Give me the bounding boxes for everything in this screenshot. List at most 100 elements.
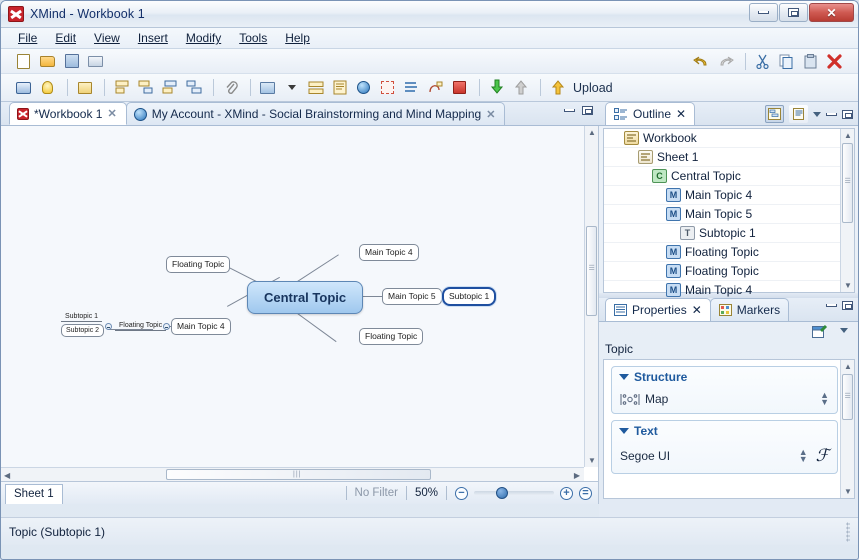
- maximize-button[interactable]: [779, 3, 808, 22]
- mindmap-node-subtopic-1-left[interactable]: Subtopic 1: [61, 311, 103, 322]
- insert-topic-button[interactable]: [111, 78, 132, 98]
- tab-my-account[interactable]: My Account - XMind - Social Brainstormin…: [125, 102, 506, 125]
- outline-row[interactable]: Sheet 1: [604, 148, 854, 167]
- properties-minimize-icon[interactable]: [826, 304, 837, 307]
- pin-properties-button[interactable]: [812, 324, 828, 342]
- text-font-row[interactable]: Segoe UI ▲ ▼ ℱ: [612, 441, 837, 473]
- outline-tree[interactable]: Workbook Sheet 1 C Central Topic M Main Topic…: [603, 128, 855, 300]
- marker-button[interactable]: [449, 78, 470, 98]
- structure-value-row[interactable]: Map ▲ ▼: [612, 387, 837, 413]
- properties-vertical-scrollbar[interactable]: ▲ ☰ ▼: [840, 360, 854, 498]
- scroll-up-icon[interactable]: ▲: [844, 362, 852, 371]
- insert-floating-topic-button[interactable]: [183, 78, 204, 98]
- scroll-up-icon[interactable]: ▲: [844, 131, 852, 140]
- outline-row[interactable]: M Floating Topic: [604, 243, 854, 262]
- outline-row[interactable]: M Main Topic 5: [604, 205, 854, 224]
- insert-subtopic-button[interactable]: [135, 78, 156, 98]
- editor-minimize-icon[interactable]: [564, 109, 575, 112]
- scroll-left-icon[interactable]: ◀: [4, 471, 10, 480]
- scroll-right-icon[interactable]: ▶: [574, 471, 580, 480]
- tab-my-account-close-icon[interactable]: ✕: [486, 108, 495, 121]
- mindmap-node-subtopic-1-selected[interactable]: Subtopic 1: [442, 287, 497, 306]
- properties-menu-caret-icon[interactable]: [840, 328, 848, 333]
- image-dropdown-button[interactable]: [281, 78, 302, 98]
- tab-workbook-1[interactable]: *Workbook 1 ✕: [9, 102, 127, 125]
- scroll-up-icon[interactable]: ▲: [588, 128, 596, 137]
- mindmap-node-floating-topic-left[interactable]: Floating Topic: [115, 320, 167, 331]
- outline-vertical-scrollbar[interactable]: ▲ ☰ ▼: [840, 129, 854, 292]
- view-menu-caret-icon[interactable]: [813, 111, 821, 117]
- tab-markers[interactable]: Markers: [709, 298, 790, 321]
- mindmap-node-subtopic-2-left[interactable]: Subtopic 2: [61, 324, 105, 337]
- filter-status[interactable]: No Filter: [355, 487, 398, 499]
- zoom-slider[interactable]: [474, 487, 554, 499]
- outline-row[interactable]: C Central Topic: [604, 167, 854, 186]
- copy-button[interactable]: [776, 51, 797, 71]
- boundary-button[interactable]: [305, 78, 326, 98]
- text-group-header[interactable]: Text: [612, 421, 837, 441]
- outline-row[interactable]: M Floating Topic: [604, 262, 854, 281]
- new-button[interactable]: [13, 51, 34, 71]
- delete-button[interactable]: [824, 51, 845, 71]
- resize-grip-icon[interactable]: [846, 522, 850, 542]
- tab-properties[interactable]: Properties ✕: [605, 298, 711, 321]
- structure-spinner-icon[interactable]: ▲ ▼: [820, 391, 829, 407]
- brainstorm-button[interactable]: [37, 78, 58, 98]
- canvas-vertical-scrollbar[interactable]: ▲ ☰ ▼: [584, 126, 598, 467]
- scroll-down-icon[interactable]: ▼: [844, 487, 852, 496]
- undo-button[interactable]: [691, 51, 712, 71]
- tab-outline[interactable]: Outline ✕: [605, 102, 696, 125]
- menu-insert[interactable]: Insert: [129, 29, 177, 47]
- tab-workbook-1-close-icon[interactable]: ✕: [107, 107, 116, 120]
- tab-properties-close-icon[interactable]: ✕: [692, 303, 702, 317]
- presentation-button[interactable]: [13, 78, 34, 98]
- outline-row[interactable]: Workbook: [604, 129, 854, 148]
- insert-image-button[interactable]: [257, 78, 278, 98]
- mindmap-node-main-topic-4-left[interactable]: Main Topic 4: [171, 318, 231, 335]
- mindmap-node-floating-topic-bottom[interactable]: Floating Topic: [359, 328, 424, 345]
- mindmap-node-main-topic-4-top[interactable]: Main Topic 4: [359, 244, 419, 261]
- outline-row[interactable]: T Subtopic 1: [604, 224, 854, 243]
- cut-button[interactable]: [752, 51, 773, 71]
- summary-button[interactable]: [377, 78, 398, 98]
- outline-minimize-icon[interactable]: [826, 112, 837, 116]
- outline-view-button[interactable]: [765, 105, 784, 123]
- label-button[interactable]: [401, 78, 422, 98]
- new-map-button[interactable]: [74, 78, 95, 98]
- outline-row[interactable]: M Main Topic 4: [604, 186, 854, 205]
- font-icon[interactable]: ℱ: [816, 446, 829, 466]
- outline-maximize-icon[interactable]: [842, 109, 853, 119]
- mindmap-canvas[interactable]: Central Topic Floating Topic Main Topic …: [1, 126, 584, 467]
- menu-view[interactable]: View: [85, 29, 129, 47]
- structure-group-header[interactable]: Structure: [612, 367, 837, 387]
- insert-parent-topic-button[interactable]: [159, 78, 180, 98]
- sheet-view-button[interactable]: [789, 105, 808, 123]
- minimize-button[interactable]: [749, 3, 778, 22]
- mindmap-node-central-topic[interactable]: Central Topic: [247, 281, 364, 314]
- scroll-down-icon[interactable]: ▼: [588, 456, 596, 465]
- scroll-down-icon[interactable]: ▼: [844, 281, 852, 290]
- tab-outline-close-icon[interactable]: ✕: [676, 107, 686, 121]
- zoom-in-button[interactable]: +: [560, 486, 573, 500]
- relationship-button[interactable]: [425, 78, 446, 98]
- hyperlink-button[interactable]: [353, 78, 374, 98]
- save-button[interactable]: [61, 51, 82, 71]
- notes-button[interactable]: [329, 78, 350, 98]
- download-button[interactable]: [486, 78, 507, 98]
- mindmap-node-floating-topic-top-left[interactable]: Floating Topic: [166, 256, 231, 273]
- collapse-toggle-icon[interactable]: [105, 323, 112, 330]
- zoom-level-label[interactable]: 50%: [415, 487, 438, 499]
- menu-help[interactable]: Help: [276, 29, 319, 47]
- font-spinner-icon[interactable]: ▲ ▼: [799, 448, 808, 464]
- open-button[interactable]: [37, 51, 58, 71]
- attachment-button[interactable]: [220, 78, 241, 98]
- menu-modify[interactable]: Modify: [177, 29, 230, 47]
- zoom-fit-button[interactable]: =: [579, 486, 592, 500]
- mindmap-node-main-topic-5[interactable]: Main Topic 5: [382, 288, 442, 305]
- canvas-horizontal-scrollbar[interactable]: ◀ ||| ▶: [1, 467, 584, 481]
- properties-maximize-icon[interactable]: [842, 301, 853, 310]
- menu-tools[interactable]: Tools: [230, 29, 276, 47]
- print-button[interactable]: [85, 51, 106, 71]
- zoom-slider-knob[interactable]: [496, 487, 508, 499]
- close-button[interactable]: ✕: [809, 3, 854, 22]
